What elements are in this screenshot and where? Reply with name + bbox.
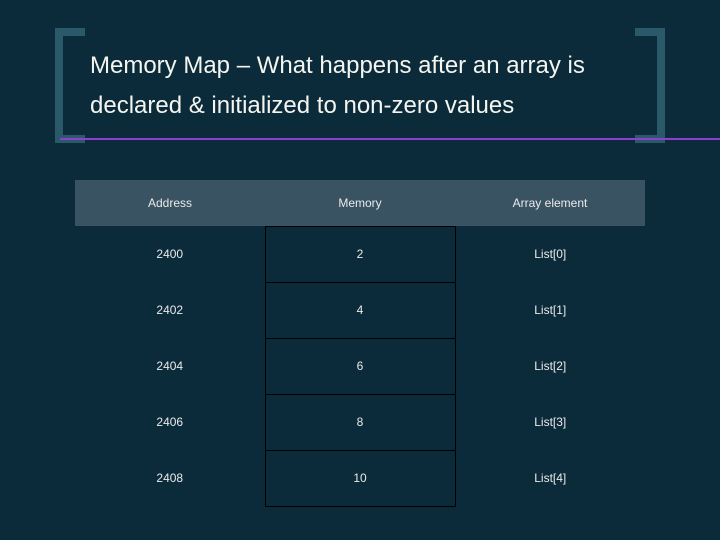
cell-address: 2406 <box>75 394 265 450</box>
table-row: 2404 6 List[2] <box>75 338 645 394</box>
cell-memory: 10 <box>265 450 455 506</box>
header-address: Address <box>75 180 265 226</box>
cell-memory: 4 <box>265 282 455 338</box>
cell-element: List[1] <box>455 282 645 338</box>
cell-address: 2404 <box>75 338 265 394</box>
table-header-row: Address Memory Array element <box>75 180 645 226</box>
header-memory: Memory <box>265 180 455 226</box>
slide-title: Memory Map – What happens after an array… <box>60 40 660 135</box>
cell-element: List[3] <box>455 394 645 450</box>
cell-element: List[4] <box>455 450 645 506</box>
memory-map-table: Address Memory Array element 2400 2 List… <box>75 180 645 507</box>
table-row: 2406 8 List[3] <box>75 394 645 450</box>
table-row: 2402 4 List[1] <box>75 282 645 338</box>
table-row: 2408 10 List[4] <box>75 450 645 506</box>
cell-address: 2408 <box>75 450 265 506</box>
cell-address: 2400 <box>75 226 265 282</box>
cell-address: 2402 <box>75 282 265 338</box>
table-row: 2400 2 List[0] <box>75 226 645 282</box>
title-underline <box>60 138 720 140</box>
cell-element: List[0] <box>455 226 645 282</box>
cell-memory: 6 <box>265 338 455 394</box>
cell-memory: 2 <box>265 226 455 282</box>
cell-memory: 8 <box>265 394 455 450</box>
header-element: Array element <box>455 180 645 226</box>
slide: Memory Map – What happens after an array… <box>0 0 720 540</box>
cell-element: List[2] <box>455 338 645 394</box>
title-wrap: Memory Map – What happens after an array… <box>60 40 660 135</box>
